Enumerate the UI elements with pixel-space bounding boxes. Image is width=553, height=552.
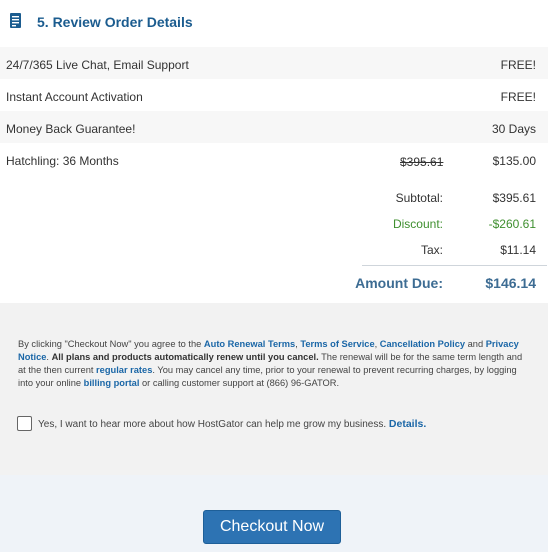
regular-rates-link[interactable]: regular rates (96, 365, 152, 375)
checkout-now-button[interactable]: Checkout Now (203, 510, 341, 544)
amount-due-value: $146.14 (485, 275, 536, 291)
terms-text-segment: By clicking "Checkout Now" you agree to … (18, 339, 204, 349)
amount-due-label: Amount Due: (355, 275, 443, 291)
auto-renew-notice: All plans and products automatically ren… (51, 352, 319, 362)
terms-section: By clicking "Checkout Now" you agree to … (0, 303, 548, 475)
cancellation-policy-link[interactable]: Cancellation Policy (380, 339, 465, 349)
marketing-optin-checkbox[interactable] (17, 416, 32, 431)
order-items: 24/7/365 Live Chat, Email Support FREE! … (0, 47, 548, 175)
optin-details-link[interactable]: Details. (389, 418, 426, 430)
line-item-value: FREE! (500, 58, 536, 72)
line-item-value: $135.00 (492, 154, 536, 168)
terms-text-segment: and (465, 339, 486, 349)
line-item-value: FREE! (500, 90, 536, 104)
line-item: Instant Account Activation FREE! (0, 79, 548, 111)
line-item: Money Back Guarantee! 30 Days (0, 111, 548, 143)
original-price: $395.61 (400, 155, 444, 169)
billing-portal-link[interactable]: billing portal (84, 378, 140, 388)
terms-text-segment: or calling customer support at (866) 96-… (139, 378, 340, 388)
tax-value: $11.14 (500, 243, 536, 257)
line-item-label: Money Back Guarantee! (6, 122, 136, 136)
checkout-footer: Checkout Now (0, 475, 548, 552)
optin-text: Yes, I want to hear more about how HostG… (38, 419, 387, 430)
section-title: 5. Review Order Details (37, 14, 193, 30)
order-totals: Subtotal: $395.61 Discount: -$260.61 Tax… (0, 181, 548, 301)
divider (362, 265, 547, 266)
line-item-label: Instant Account Activation (6, 90, 143, 104)
discount-value: -$260.61 (488, 217, 536, 231)
line-item-label: 24/7/365 Live Chat, Email Support (6, 58, 189, 72)
discount-label: Discount: (392, 217, 443, 231)
terms-text: By clicking "Checkout Now" you agree to … (18, 338, 528, 390)
line-item-label: Hatchling: 36 Months (6, 154, 119, 168)
subtotal-label: Subtotal: (395, 191, 443, 205)
tax-label: Tax: (420, 243, 443, 257)
auto-renewal-terms-link[interactable]: Auto Renewal Terms (204, 339, 295, 349)
receipt-icon (10, 13, 21, 28)
terms-of-service-link[interactable]: Terms of Service (300, 339, 374, 349)
section-header: 5. Review Order Details (0, 0, 553, 43)
line-item: 24/7/365 Live Chat, Email Support FREE! (0, 47, 548, 79)
line-item: Hatchling: 36 Months $395.61 $135.00 (0, 143, 548, 175)
subtotal-value: $395.61 (492, 191, 536, 205)
line-item-value: 30 Days (491, 122, 536, 136)
marketing-optin-label: Yes, I want to hear more about how HostG… (38, 418, 426, 430)
